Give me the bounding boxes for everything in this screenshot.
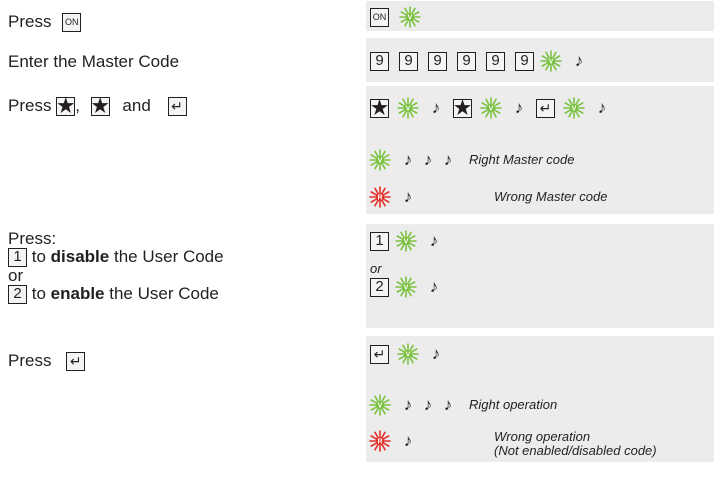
svg-text:V: V <box>406 106 411 113</box>
wrong-operation-line: Wrong operation <box>494 429 591 444</box>
beep-icon: ♪ <box>574 51 584 70</box>
svg-text:V: V <box>489 106 494 113</box>
star-key: ★ <box>90 96 110 118</box>
wrong-master-code-text: Wrong Master code <box>494 189 608 204</box>
green-led-icon: V <box>369 394 391 416</box>
key-9: 9 <box>428 51 447 71</box>
beep-icon: ♪ <box>431 344 441 363</box>
panel-enable-disable: 1 V ♪ or 2 V ♪ <box>366 224 714 328</box>
key-9: 9 <box>370 51 389 71</box>
green-led-icon: V <box>563 97 585 119</box>
star-key: ★ <box>370 97 389 119</box>
to-text: to <box>31 284 46 304</box>
key-1: 1 <box>370 231 389 251</box>
step-title: Press: <box>8 229 57 248</box>
green-led-icon: V <box>397 343 419 365</box>
green-led-icon: V <box>395 230 417 252</box>
enter-key: ↵ <box>66 352 86 372</box>
key-2: 2 <box>8 285 27 305</box>
or-text: or <box>370 261 382 276</box>
and-text: and <box>122 96 151 115</box>
panel-press-enter: ↵ V ♪ V ♪ ♪ ♪ Right operation R ♪ Wrong … <box>366 336 714 462</box>
svg-text:V: V <box>572 106 577 113</box>
star-key: ★ <box>453 97 472 119</box>
step-label: Press <box>8 351 52 370</box>
enable-text: enable <box>50 284 105 304</box>
green-led-icon: V <box>395 276 417 298</box>
beep-icon: ♪ <box>403 150 413 169</box>
beep-icon: ♪ <box>514 98 524 117</box>
beep-icon: ♪ <box>429 277 439 296</box>
green-led-icon: V <box>480 97 502 119</box>
enter-key: ↵ <box>536 98 555 118</box>
wrong-operation-detail: (Not enabled/disabled code) <box>494 443 657 458</box>
step-press-star-star-enter: Press ★, ★ and ↵ <box>8 96 187 118</box>
key-9: 9 <box>399 51 418 71</box>
beep-icon: ♪ <box>403 431 413 450</box>
user-code-text: the User Code <box>113 247 224 266</box>
disable-text: disable <box>50 247 110 266</box>
on-key: ON <box>62 13 82 33</box>
right-master-row: V ♪ ♪ ♪ Right Master code <box>369 149 575 171</box>
key-9: 9 <box>486 51 505 71</box>
wrong-operation-text: Wrong operation (Not enabled/disabled co… <box>494 430 657 458</box>
or-text: or <box>8 266 24 286</box>
key-9: 9 <box>457 51 476 71</box>
key-9: 9 <box>515 51 534 71</box>
step-enable-disable: Press: 1 to disable the User Code or 2 t… <box>8 229 224 305</box>
right-operation-row: V ♪ ♪ ♪ Right operation <box>369 394 557 416</box>
user-code-text: the User Code <box>109 284 219 304</box>
step-enter-master-code: Enter the Master Code <box>8 52 180 71</box>
panel-star-star-enter: ★ V ♪ ★ V ♪ ↵ V ♪ V ♪ ♪ ♪ Right Master c… <box>366 86 714 214</box>
enter-key: ↵ <box>167 97 187 117</box>
panel-on: ON V <box>366 1 714 31</box>
green-led-icon: V <box>399 6 421 28</box>
beep-icon: ♪ <box>431 98 441 117</box>
green-led-icon: V <box>540 50 562 72</box>
right-operation-text: Right operation <box>469 397 558 412</box>
step-label: Press <box>8 96 52 115</box>
beep-icon: ♪ <box>403 395 413 414</box>
step-press-on: Press ON <box>8 12 82 33</box>
svg-text:V: V <box>549 59 554 66</box>
right-master-code-text: Right Master code <box>469 152 575 167</box>
red-led-icon: R <box>369 186 391 208</box>
svg-text:R: R <box>377 439 382 446</box>
step-label: Press <box>8 12 52 31</box>
svg-text:V: V <box>404 239 409 246</box>
green-led-icon: V <box>397 97 419 119</box>
star-key: ★ <box>56 96 76 118</box>
red-led-icon: R <box>369 430 391 452</box>
svg-text:V: V <box>406 352 411 359</box>
svg-text:V: V <box>378 158 383 165</box>
on-key: ON <box>370 7 389 27</box>
beep-icon: ♪ <box>423 150 433 169</box>
step-press-enter: Press ↵ <box>8 351 86 372</box>
beep-icon: ♪ <box>597 98 607 117</box>
to-text: to <box>31 247 46 266</box>
beep-icon: ♪ <box>403 187 413 206</box>
enter-key: ↵ <box>370 344 389 364</box>
beep-icon: ♪ <box>423 395 433 414</box>
key-1: 1 <box>8 248 27 268</box>
comma-text: , <box>75 96 80 115</box>
key-2: 2 <box>370 277 389 297</box>
svg-text:V: V <box>378 403 383 410</box>
beep-icon: ♪ <box>429 231 439 250</box>
svg-text:R: R <box>377 195 382 202</box>
wrong-master-row: R ♪ Wrong Master code <box>369 186 607 208</box>
wrong-operation-row: R ♪ Wrong operation (Not enabled/disable… <box>369 430 657 458</box>
svg-text:V: V <box>408 15 413 22</box>
beep-icon: ♪ <box>443 150 453 169</box>
panel-master-code: 9 9 9 9 9 9 V ♪ <box>366 38 714 82</box>
svg-text:V: V <box>404 285 409 292</box>
beep-icon: ♪ <box>443 395 453 414</box>
green-led-icon: V <box>369 149 391 171</box>
